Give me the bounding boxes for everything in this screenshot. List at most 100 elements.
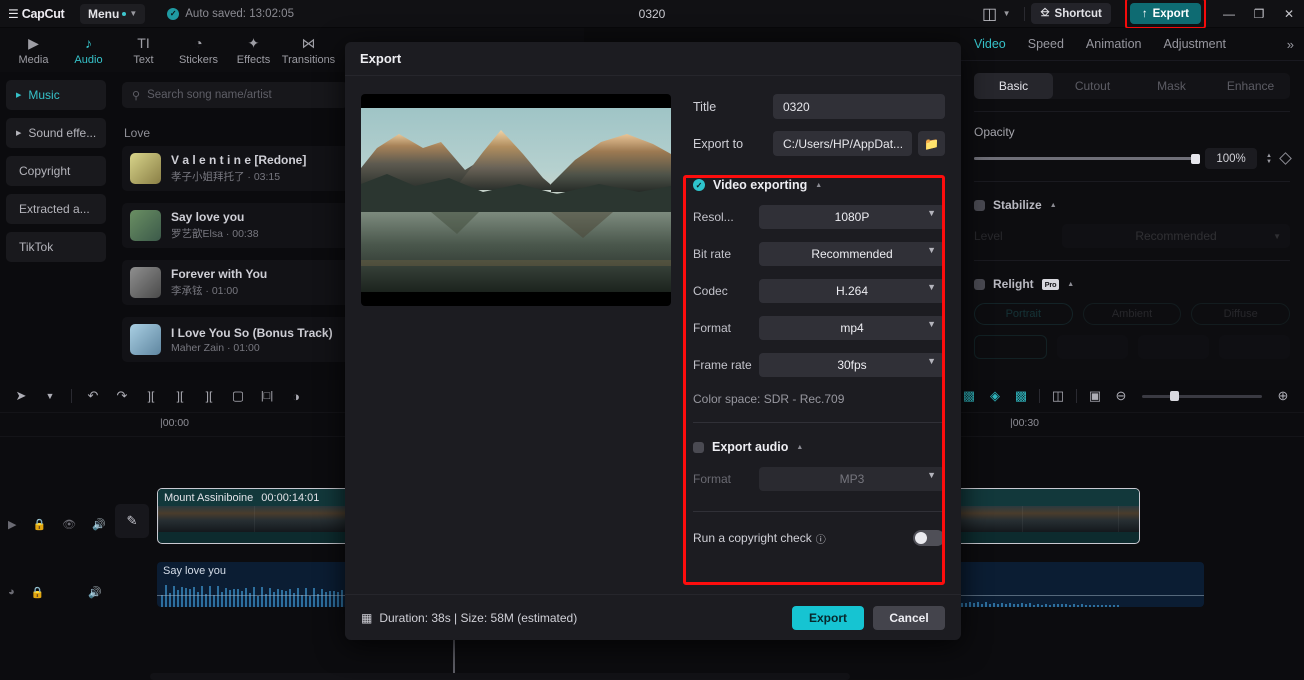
relight-checkbox[interactable] bbox=[974, 278, 985, 290]
chevron-double-right-icon[interactable]: » bbox=[1287, 37, 1294, 52]
timeline-zoom-knob[interactable] bbox=[1170, 391, 1179, 401]
close-button[interactable]: ✕ bbox=[1274, 0, 1304, 28]
lock-icon[interactable]: 🔒 bbox=[31, 586, 45, 599]
properties-subtab-cutout[interactable]: Cutout bbox=[1053, 73, 1132, 99]
relight-preset-3[interactable] bbox=[1219, 335, 1290, 359]
chevron-up-icon[interactable]: ▲ bbox=[1050, 202, 1057, 209]
zoom-out-icon[interactable]: ⊖ bbox=[1108, 384, 1134, 408]
library-nav-tiktok[interactable]: TikTok bbox=[6, 232, 106, 262]
mute-icon[interactable]: ◑ bbox=[283, 384, 309, 408]
library-nav-music[interactable]: ▶ Music bbox=[6, 80, 106, 110]
shortcut-button[interactable]: ⎒ Shortcut bbox=[1031, 3, 1111, 24]
tool-tab-media[interactable]: ▶ Media bbox=[6, 35, 61, 66]
library-nav-extracted-a[interactable]: Extracted a... bbox=[6, 194, 106, 224]
option-select[interactable]: 1080P ▼ bbox=[759, 205, 945, 229]
relight-preset-row bbox=[974, 335, 1290, 359]
search-bar[interactable]: ⚲ Search song name/artist bbox=[122, 82, 348, 108]
properties-subtab-basic[interactable]: Basic bbox=[974, 73, 1053, 99]
undo-icon[interactable]: ↶ bbox=[80, 384, 106, 408]
properties-tab-video[interactable]: Video bbox=[974, 37, 1006, 51]
folder-icon[interactable]: 📁 bbox=[918, 131, 945, 156]
properties-tab-animation[interactable]: Animation bbox=[1086, 37, 1142, 51]
maximize-button[interactable]: ❐ bbox=[1244, 0, 1274, 28]
export-audio-checkbox[interactable] bbox=[693, 441, 704, 453]
properties-subtab-mask[interactable]: Mask bbox=[1132, 73, 1211, 99]
option-select[interactable]: Recommended ▼ bbox=[759, 242, 945, 266]
copyright-check-toggle[interactable] bbox=[913, 530, 945, 546]
properties-tab-adjustment[interactable]: Adjustment bbox=[1164, 37, 1227, 51]
split-icon[interactable]: ][ bbox=[138, 384, 164, 408]
option-select[interactable]: MP3 ▼ bbox=[759, 467, 945, 491]
stabilize-level-select[interactable]: Recommended ▼ bbox=[1062, 224, 1290, 248]
tool-tab-text[interactable]: TI Text bbox=[116, 35, 171, 66]
volume-icon[interactable]: 🔊 bbox=[88, 586, 102, 599]
timeline-scrollbar[interactable] bbox=[150, 673, 850, 680]
keyframe-diamond-icon[interactable] bbox=[1279, 152, 1292, 165]
relight-pill-diffuse[interactable]: Diffuse bbox=[1191, 303, 1291, 325]
video-exporting-header[interactable]: ✓ Video exporting ▲ bbox=[693, 178, 945, 192]
video-exporting-checkbox[interactable]: ✓ bbox=[693, 179, 705, 191]
tool-tab-effects[interactable]: ✦ Effects bbox=[226, 35, 281, 66]
song-list-item[interactable]: Say love you 罗艺歆Elsa · 00:38 bbox=[122, 203, 352, 248]
trim-right-icon[interactable]: ][ bbox=[196, 384, 222, 408]
chevron-up-icon[interactable]: ▲ bbox=[796, 444, 803, 451]
opacity-slider-knob[interactable] bbox=[1191, 153, 1201, 164]
layout-icon[interactable]: ◫ bbox=[977, 3, 1003, 25]
song-list-item[interactable]: I Love You So (Bonus Track) Maher Zain · … bbox=[122, 317, 352, 362]
library-nav-sound-effe[interactable]: ▶ Sound effe... bbox=[6, 118, 106, 148]
option-select[interactable]: 30fps ▼ bbox=[759, 353, 945, 377]
keyframe-out-icon[interactable]: ▩ bbox=[1008, 384, 1034, 408]
properties-tab-speed[interactable]: Speed bbox=[1028, 37, 1064, 51]
export-audio-header[interactable]: Export audio ▲ bbox=[693, 440, 945, 454]
relight-preset-1[interactable] bbox=[1057, 335, 1128, 359]
delete-icon[interactable]: ▢ bbox=[225, 384, 251, 408]
opacity-value[interactable]: 100% bbox=[1205, 148, 1258, 169]
chevron-up-icon[interactable]: ▲ bbox=[815, 182, 822, 189]
minimize-button[interactable]: — bbox=[1214, 0, 1244, 28]
export-to-input[interactable]: C:/Users/HP/AppDat... bbox=[773, 131, 912, 156]
menu-button[interactable]: Menu ▼ bbox=[80, 3, 146, 24]
export-top-button[interactable]: ↑ Export bbox=[1129, 3, 1201, 24]
option-value: MP3 bbox=[839, 472, 865, 486]
tool-tab-audio[interactable]: ♪ Audio bbox=[61, 35, 116, 66]
stabilize-header[interactable]: Stabilize ▲ bbox=[974, 198, 1304, 212]
song-list-item[interactable]: V a l e n t i n e [Redone] 孝子小姐拜托了 · 03:1… bbox=[122, 146, 352, 191]
auto-beat-icon[interactable]: ◈ bbox=[982, 384, 1008, 408]
chevron-up-icon[interactable]: ▲ bbox=[1067, 281, 1074, 288]
layout-chevron-down-icon[interactable]: ▼ bbox=[1003, 9, 1011, 18]
title-input[interactable]: 0320 bbox=[773, 94, 945, 119]
tool-tab-stickers[interactable]: ◔ Stickers bbox=[171, 35, 226, 66]
cover-icon[interactable]: ▣ bbox=[1082, 384, 1108, 408]
volume-icon[interactable]: 🔊 bbox=[92, 518, 106, 531]
video-track-icon[interactable]: ▶ bbox=[8, 518, 16, 531]
edit-clip-button[interactable]: ✎ bbox=[115, 504, 149, 538]
option-select[interactable]: mp4 ▼ bbox=[759, 316, 945, 340]
relight-header[interactable]: Relight Pro ▲ bbox=[974, 277, 1304, 291]
freeze-frame-icon[interactable]: |□| bbox=[254, 384, 280, 408]
option-select[interactable]: H.264 ▼ bbox=[759, 279, 945, 303]
zoom-in-icon[interactable]: ⊕ bbox=[1270, 384, 1296, 408]
relight-pill-ambient[interactable]: Ambient bbox=[1082, 303, 1182, 325]
trim-left-icon[interactable]: ][ bbox=[167, 384, 193, 408]
stabilize-checkbox[interactable] bbox=[974, 199, 985, 211]
eye-icon[interactable]: 👁 bbox=[62, 518, 76, 531]
opacity-stepper[interactable]: ▲ ▼ bbox=[1266, 153, 1272, 165]
select-cursor-icon[interactable]: ➤ bbox=[8, 384, 34, 408]
properties-subtab-enhance[interactable]: Enhance bbox=[1211, 73, 1290, 99]
lock-icon[interactable]: 🔒 bbox=[32, 518, 46, 531]
info-circle-icon[interactable]: ⓘ bbox=[816, 531, 826, 546]
opacity-slider[interactable] bbox=[974, 153, 1201, 164]
relight-pill-portrait[interactable]: Portrait bbox=[974, 303, 1073, 325]
song-list-item[interactable]: Forever with You 李承铉 · 01:00 bbox=[122, 260, 352, 305]
dialog-cancel-button[interactable]: Cancel bbox=[873, 605, 945, 630]
library-nav-copyright[interactable]: Copyright bbox=[6, 156, 106, 186]
tool-tab-transitions[interactable]: ⋈ Transitions bbox=[281, 35, 336, 66]
relight-preset-2[interactable] bbox=[1138, 335, 1209, 359]
timeline-zoom-slider[interactable] bbox=[1142, 391, 1262, 401]
dialog-export-button[interactable]: Export bbox=[792, 605, 864, 630]
audio-track-icon[interactable]: ◕ bbox=[8, 586, 15, 599]
cursor-dropdown-icon[interactable]: ▼ bbox=[37, 384, 63, 408]
redo-icon[interactable]: ↷ bbox=[109, 384, 135, 408]
mirror-icon[interactable]: ◫ bbox=[1045, 384, 1071, 408]
relight-preset-none[interactable] bbox=[974, 335, 1047, 359]
